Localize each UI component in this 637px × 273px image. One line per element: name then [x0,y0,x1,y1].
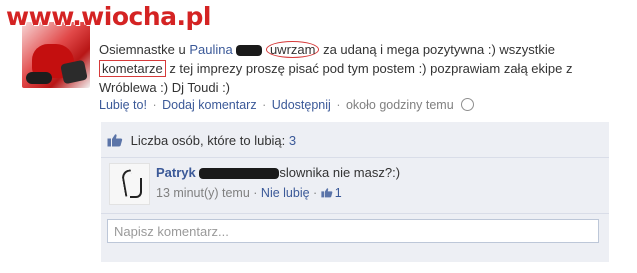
watermark-logo: www.wiocha.pl [6,2,211,31]
post-text-4: z tej imprezy proszę pisać pod tym poste… [99,61,573,95]
post-actions: Lubię to! · Dodaj komentarz · Udostępnij… [99,98,475,112]
comments-panel: Liczba osób, które to lubią: 3 Patryk sl… [101,122,609,262]
post-timestamp[interactable]: około godziny temu [346,98,454,112]
avatar-turntable [60,59,88,85]
unlike-link[interactable]: Nie lubię [261,186,310,200]
likes-summary: Liczba osób, które to lubią: 3 [107,131,296,151]
commenter-avatar[interactable] [109,163,150,205]
post-text-3: za udaną i mega pozytywna :) wszystkie [319,42,556,57]
comment-like-count: 1 [334,186,342,200]
comment-author-link[interactable]: Patryk [156,165,196,180]
likes-count-link[interactable]: 3 [289,133,296,148]
thumbs-up-icon [321,188,333,198]
redacted-surname [236,45,263,57]
likes-label: Liczba osób, które to lubią: [130,133,286,148]
add-comment-link[interactable]: Dodaj komentarz [162,98,257,112]
comment-input-box[interactable] [107,219,599,243]
comment-input[interactable] [108,220,598,242]
comment-timestamp[interactable]: 13 minut(y) temu [156,186,250,200]
avatar-shadow [26,72,52,84]
poster-avatar[interactable] [22,22,90,88]
comment-divider [101,213,609,214]
comment-likes-link[interactable]: 1 [321,186,342,200]
comment-meta: 13 minut(y) temu · Nie lubię · 1 [156,186,342,200]
circled-word-annotation: uwrzam [265,41,320,58]
likes-divider [101,157,609,158]
comment-item: Patryk slownika nie masz?:) 13 minut(y) … [109,162,599,220]
comment-text: slownika nie masz?:) [279,165,401,180]
post-message: Osiemnastke u Paulina uwrzam za udaną i … [99,40,619,97]
share-link[interactable]: Udostępnij [272,98,331,112]
tagged-user-link[interactable]: Paulina [189,42,232,57]
like-link[interactable]: Lubię to! [99,98,147,112]
post-text-1: Osiemnastke u [99,42,190,57]
comment-body: Patryk slownika nie masz?:) [156,164,596,182]
boxed-word-annotation: kometarze [99,60,166,77]
thumbs-up-icon [107,134,123,147]
redacted-surname [199,168,280,180]
globe-icon [461,98,475,111]
